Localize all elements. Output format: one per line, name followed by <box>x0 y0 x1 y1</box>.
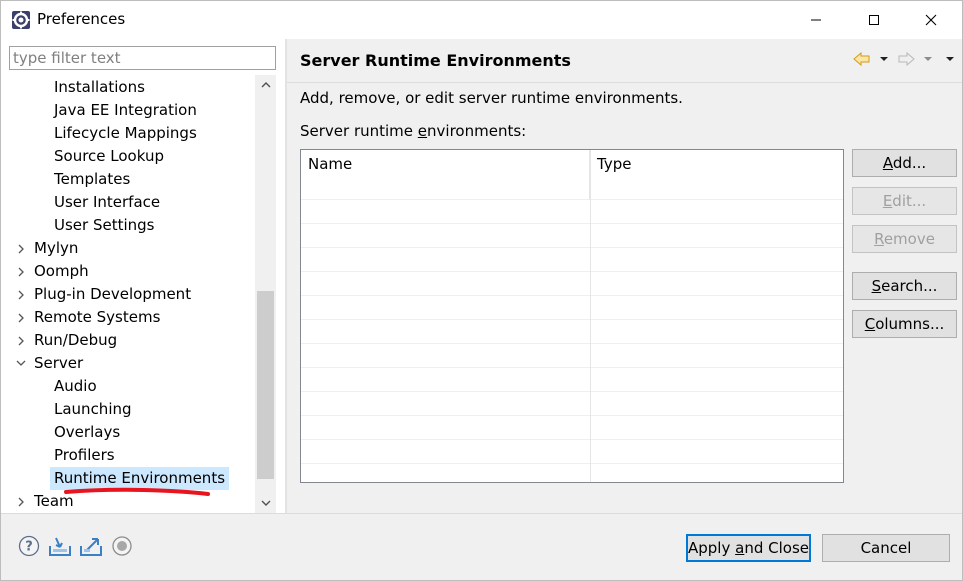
preferences-tree: Installations Java EE Integration Lifecycl… <box>1 75 255 513</box>
collapsed-chevron-icon[interactable] <box>14 306 28 329</box>
window-title: Preferences <box>37 10 126 28</box>
collapsed-chevron-icon[interactable] <box>14 329 28 352</box>
tree-item-plug-in-development[interactable]: Plug-in Development <box>34 283 191 306</box>
tree-item-java-ee-integration[interactable]: Java EE Integration <box>54 99 197 122</box>
tree-item-lifecycle-mappings[interactable]: Lifecycle Mappings <box>54 122 197 145</box>
apply-and-close-button[interactable]: Apply and Close <box>686 534 811 562</box>
page-description: Add, remove, or edit server runtime envi… <box>300 89 683 107</box>
columns-button[interactable]: Columns... <box>852 310 957 338</box>
collapsed-chevron-icon[interactable] <box>14 490 28 513</box>
import-icon[interactable] <box>48 534 72 558</box>
title-bar: Preferences <box>1 1 962 39</box>
preference-page: Server Runtime Environments Add, remove,… <box>287 39 962 513</box>
remove-button[interactable]: Remove <box>852 225 957 253</box>
tree-item-server[interactable]: Server <box>34 352 83 375</box>
eclipse-gear-icon <box>11 10 31 30</box>
column-header-type[interactable]: Type <box>590 150 843 200</box>
table-row <box>301 463 843 464</box>
edit-button[interactable]: Edit... <box>852 187 957 215</box>
collapsed-chevron-icon[interactable] <box>14 237 28 260</box>
tree-item-profilers[interactable]: Profilers <box>54 444 115 467</box>
red-annotation-underline <box>64 487 210 496</box>
tree-scrollbar[interactable] <box>255 75 276 513</box>
view-menu-chevron-icon[interactable] <box>940 49 960 69</box>
export-icon[interactable] <box>79 534 103 558</box>
help-icon[interactable]: ? <box>17 534 41 558</box>
tree-item-user-settings[interactable]: User Settings <box>54 214 154 237</box>
search-button[interactable]: Search... <box>852 272 957 300</box>
table-row <box>301 199 843 200</box>
column-divider <box>590 150 591 482</box>
tree-item-oomph[interactable]: Oomph <box>34 260 89 283</box>
tree-item-launching[interactable]: Launching <box>54 398 132 421</box>
tree-item-audio[interactable]: Audio <box>54 375 97 398</box>
tree-item-remote-systems[interactable]: Remote Systems <box>34 306 160 329</box>
minimize-button[interactable] <box>793 1 839 39</box>
runtime-environments-table[interactable]: Name Type <box>300 149 844 483</box>
table-row <box>301 343 843 344</box>
table-row <box>301 247 843 248</box>
forward-arrow-icon <box>896 49 916 69</box>
column-header-name[interactable]: Name <box>301 150 590 200</box>
forward-menu-chevron-icon <box>918 49 938 69</box>
scroll-down-icon[interactable] <box>255 493 276 513</box>
tree-item-overlays[interactable]: Overlays <box>54 421 120 444</box>
filter-input[interactable] <box>9 46 276 70</box>
back-menu-chevron-icon[interactable] <box>874 49 894 69</box>
preferences-window: Preferences InstallationsJava EE Integra… <box>0 0 963 581</box>
scroll-thumb[interactable] <box>257 291 274 479</box>
table-row <box>301 439 843 440</box>
table-row <box>301 391 843 392</box>
table-row <box>301 223 843 224</box>
cancel-button[interactable]: Cancel <box>822 534 950 562</box>
scroll-up-icon[interactable] <box>255 75 276 95</box>
tree-item-source-lookup[interactable]: Source Lookup <box>54 145 164 168</box>
maximize-button[interactable] <box>851 1 897 39</box>
table-row <box>301 415 843 416</box>
preferences-tree-pane: InstallationsJava EE IntegrationLifecycl… <box>1 39 285 513</box>
collapsed-chevron-icon[interactable] <box>14 260 28 283</box>
tree-item-mylyn[interactable]: Mylyn <box>34 237 78 260</box>
tree-item-installations[interactable]: Installations <box>54 76 145 99</box>
page-header: Server Runtime Environments <box>287 39 962 83</box>
tree-item-run-debug[interactable]: Run/Debug <box>34 329 117 352</box>
history-nav <box>852 49 960 69</box>
table-row <box>301 295 843 296</box>
close-button[interactable] <box>908 1 954 39</box>
expanded-chevron-icon[interactable] <box>14 352 28 375</box>
tree-item-user-interface[interactable]: User Interface <box>54 191 160 214</box>
back-arrow-icon[interactable] <box>852 49 872 69</box>
table-row <box>301 367 843 368</box>
collapsed-chevron-icon[interactable] <box>14 283 28 306</box>
record-icon[interactable] <box>110 534 134 558</box>
dialog-footer: ? Apply and Close Cancel <box>1 514 962 580</box>
table-row <box>301 271 843 272</box>
table-row <box>301 319 843 320</box>
add-button[interactable]: Add... <box>852 149 957 177</box>
svg-text:?: ? <box>25 540 33 555</box>
page-title: Server Runtime Environments <box>300 51 571 70</box>
runtime-list-label: Server runtime environments: <box>300 122 527 140</box>
tree-item-templates[interactable]: Templates <box>54 168 130 191</box>
